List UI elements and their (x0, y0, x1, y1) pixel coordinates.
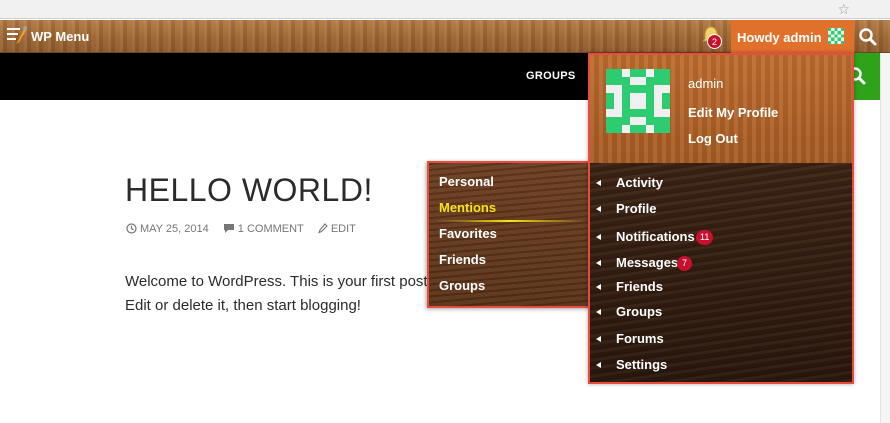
account-item-label: Messages (616, 255, 679, 270)
post-edit-link[interactable]: EDIT (317, 223, 356, 235)
post-body: Welcome to WordPress. This is your first… (125, 273, 432, 314)
account-item-notifications[interactable]: Notifications 11 (590, 225, 852, 249)
account-item-label: Profile (616, 201, 657, 216)
account-menu-list: Activity Profile Notifications 11 Messag… (590, 163, 852, 382)
messages-count-badge: 7 (677, 256, 692, 271)
account-item-settings[interactable]: Settings (590, 353, 852, 377)
submenu-item-groups[interactable]: Groups (439, 278, 485, 293)
submenu-item-personal[interactable]: Personal (439, 174, 494, 189)
account-item-label: Notifications (616, 229, 695, 244)
post-date-text: MAY 25, 2014 (140, 223, 209, 235)
post-date[interactable]: MAY 25, 2014 (126, 223, 209, 235)
account-dropdown: admin Edit My Profile Log Out Activity P… (588, 53, 854, 384)
wp-menu-logo-icon[interactable] (6, 24, 28, 46)
active-item-underline (435, 220, 585, 222)
account-username[interactable]: admin (688, 76, 723, 91)
logout-link[interactable]: Log Out (688, 131, 738, 146)
account-item-label: Settings (616, 357, 668, 372)
submenu-arrow-icon (596, 362, 601, 368)
submenu-item-mentions[interactable]: Mentions (439, 200, 496, 215)
nav-item-groups[interactable]: GROUPS (526, 70, 575, 82)
user-avatar-small (828, 28, 844, 44)
wp-menu-title[interactable]: WP Menu (31, 29, 89, 44)
adminbar-search-icon[interactable] (858, 27, 878, 47)
submenu-arrow-icon (596, 234, 601, 240)
activity-submenu: Personal Mentions Favorites Friends Grou… (427, 161, 590, 308)
account-item-groups[interactable]: Groups (590, 300, 852, 324)
browser-toolbar: ☆ (0, 0, 890, 19)
submenu-arrow-icon (596, 309, 601, 315)
notifications-toggle[interactable]: 2 (700, 25, 724, 49)
edit-profile-link[interactable]: Edit My Profile (688, 105, 778, 120)
account-item-label: Friends (616, 279, 663, 294)
account-item-profile[interactable]: Profile (590, 197, 852, 221)
account-item-label: Activity (616, 175, 663, 190)
submenu-item-friends[interactable]: Friends (439, 252, 486, 267)
submenu-arrow-icon (596, 336, 601, 342)
clock-icon (126, 223, 137, 234)
account-item-messages[interactable]: Messages 7 (590, 251, 852, 275)
post-comments-link[interactable]: 1 COMMENT (223, 223, 304, 235)
howdy-account-toggle[interactable]: Howdy admin (731, 20, 854, 53)
comment-icon (223, 224, 234, 233)
notifications-count-badge: 11 (696, 230, 714, 245)
submenu-arrow-icon (596, 284, 601, 290)
account-item-friends[interactable]: Friends (590, 275, 852, 299)
account-profile-header: admin Edit My Profile Log Out (590, 55, 852, 163)
submenu-arrow-icon (596, 180, 601, 186)
account-item-label: Forums (616, 331, 664, 346)
submenu-arrow-icon (596, 260, 601, 266)
post-comments-text: 1 COMMENT (237, 223, 304, 235)
notification-count-badge: 2 (707, 34, 722, 49)
post-title[interactable]: HELLO WORLD! (125, 172, 373, 209)
account-item-activity[interactable]: Activity (590, 171, 852, 195)
post-edit-text: EDIT (330, 223, 356, 235)
howdy-label: Howdy admin (737, 30, 822, 45)
account-item-forums[interactable]: Forums (590, 327, 852, 351)
user-avatar[interactable] (606, 69, 670, 133)
submenu-item-favorites[interactable]: Favorites (439, 226, 497, 241)
post-meta: MAY 25, 2014 1 COMMENT EDIT (126, 223, 367, 235)
account-item-label: Groups (616, 304, 663, 319)
page-scrollbar[interactable] (880, 53, 890, 423)
submenu-arrow-icon (596, 206, 601, 212)
bookmark-star-icon[interactable]: ☆ (837, 1, 850, 18)
pencil-icon (317, 223, 328, 234)
